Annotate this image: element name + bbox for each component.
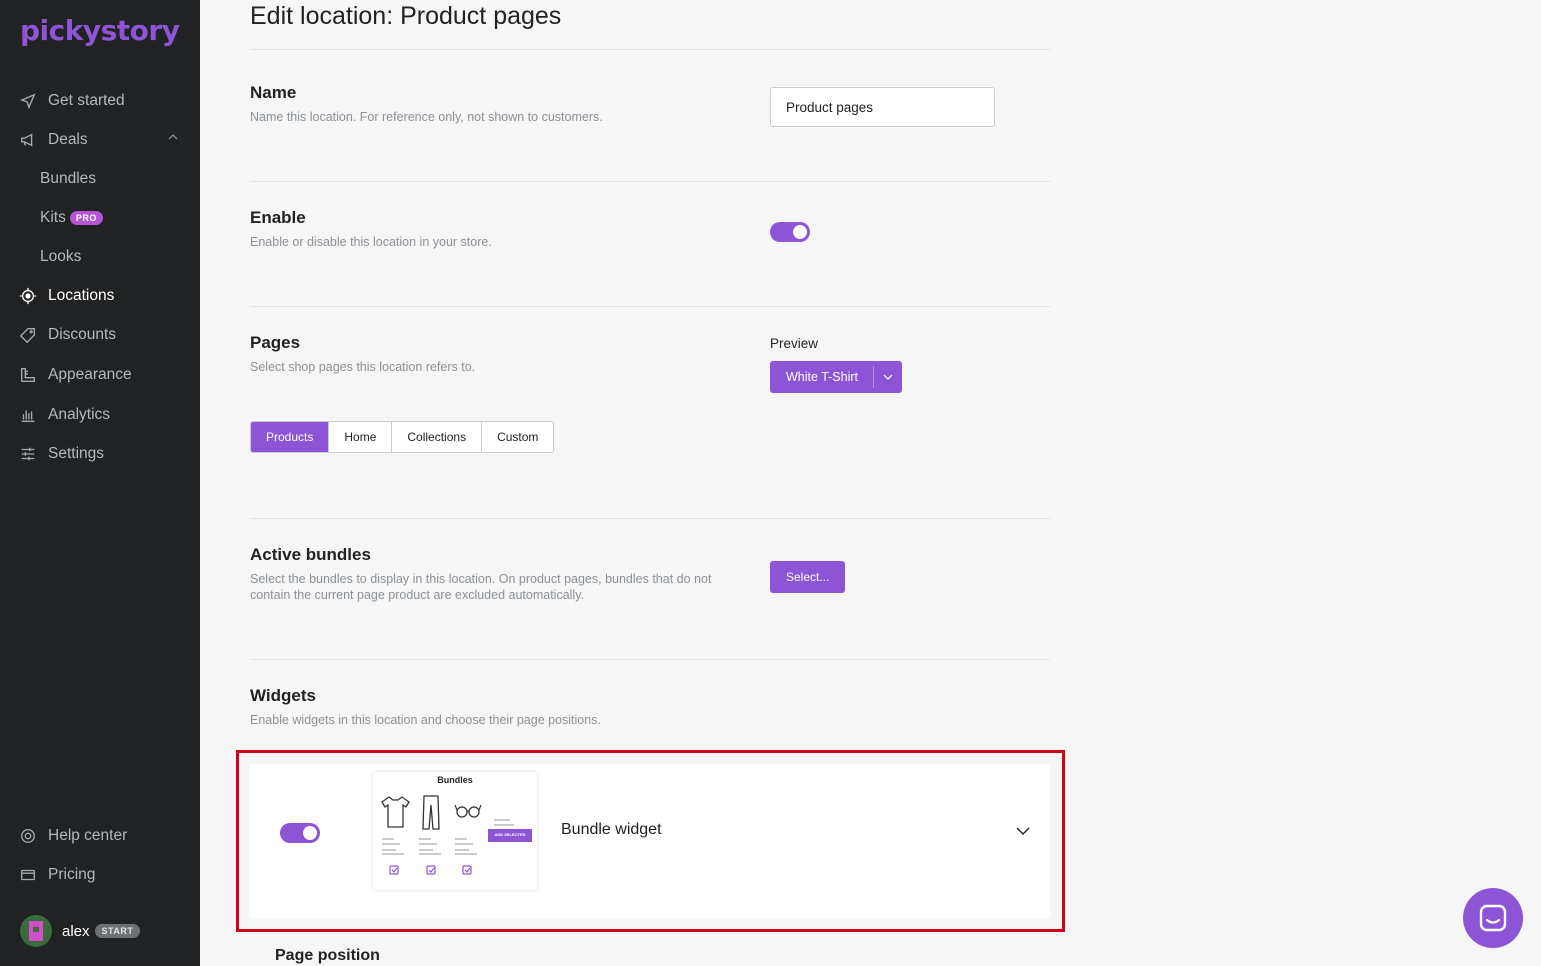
- tab-collections[interactable]: Collections: [392, 422, 483, 452]
- name-section-title: Name: [250, 83, 297, 102]
- select-bundles-button[interactable]: Select...: [770, 561, 846, 593]
- divider: [250, 181, 1050, 182]
- user-name: alex: [62, 922, 90, 940]
- divider: [250, 306, 1050, 307]
- preview-product-dropdown[interactable]: White T-Shirt: [770, 361, 903, 393]
- enable-section-title: Enable: [250, 208, 306, 227]
- tab-custom[interactable]: Custom: [482, 422, 553, 452]
- paper-plane-icon: [18, 91, 38, 111]
- sliders-icon: [18, 444, 38, 464]
- preview-product-label[interactable]: White T-Shirt: [770, 366, 875, 388]
- nav-settings-label: Settings: [48, 445, 105, 462]
- nav-discounts-label: Discounts: [48, 326, 117, 343]
- avatar: [20, 915, 52, 947]
- nav-kits[interactable]: Kits PRO: [40, 206, 103, 230]
- nav-settings[interactable]: Settings: [18, 442, 104, 466]
- nav-deals[interactable]: Deals: [18, 128, 88, 152]
- pages-section-description: Select shop pages this location refers t…: [250, 360, 476, 374]
- plan-badge: START: [94, 924, 141, 938]
- nav-help-center[interactable]: Help center: [18, 824, 127, 848]
- nav-analytics[interactable]: Analytics: [18, 403, 110, 427]
- widgets-section-title: Widgets: [250, 686, 316, 705]
- nav-pricing-label: Pricing: [48, 866, 96, 883]
- chevron-down-icon[interactable]: [874, 361, 902, 393]
- nav-pricing[interactable]: Pricing: [18, 863, 95, 887]
- nav-deals-label: Deals: [48, 131, 88, 148]
- nav-kits-label: Kits: [40, 209, 66, 226]
- nav-analytics-label: Analytics: [48, 406, 111, 423]
- name-section-description: Name this location. For reference only, …: [250, 110, 603, 124]
- divider: [250, 49, 1050, 50]
- tab-home[interactable]: Home: [329, 422, 393, 452]
- location-target-icon: [18, 286, 38, 306]
- nav-looks[interactable]: Looks: [40, 245, 81, 269]
- enable-location-toggle[interactable]: [770, 222, 810, 242]
- page-type-tabs: Products Home Collections Custom: [250, 421, 555, 453]
- sidebar: pickystory Get started Deals Bundles Kit…: [0, 0, 200, 966]
- tag-icon: [18, 325, 38, 345]
- pro-badge: PRO: [69, 211, 103, 225]
- lifebuoy-icon: [18, 826, 38, 846]
- enable-section-description: Enable or disable this location in your …: [250, 235, 492, 249]
- chat-icon: [1479, 904, 1507, 932]
- nav-appearance-label: Appearance: [48, 366, 132, 383]
- bar-chart-icon: [18, 405, 38, 425]
- pages-section-title: Pages: [250, 333, 301, 352]
- nav-get-started[interactable]: Get started: [18, 89, 125, 113]
- page-title: Edit location: Product pages: [250, 2, 562, 30]
- nav-help-center-label: Help center: [48, 827, 128, 844]
- divider: [250, 518, 1050, 519]
- chat-launcher-button[interactable]: [1463, 888, 1523, 948]
- nav-locations[interactable]: Locations: [18, 284, 114, 308]
- tab-products[interactable]: Products: [251, 422, 330, 452]
- nav-appearance[interactable]: Appearance: [18, 363, 132, 387]
- nav-get-started-label: Get started: [48, 92, 125, 109]
- app-logo[interactable]: pickystory: [20, 14, 180, 47]
- paint-icon: [18, 365, 38, 385]
- credit-card-icon: [18, 865, 38, 885]
- nav-bundles[interactable]: Bundles: [40, 167, 96, 191]
- location-name-input[interactable]: Product pages: [770, 87, 995, 127]
- megaphone-icon: [18, 130, 38, 150]
- user-menu[interactable]: alex START: [20, 915, 141, 947]
- divider: [250, 659, 1050, 660]
- page-position-title: Page position: [275, 947, 380, 964]
- highlight-box: [236, 750, 1065, 932]
- chevron-up-icon[interactable]: [168, 132, 178, 142]
- bundles-section-title: Active bundles: [250, 545, 371, 564]
- widgets-section-description: Enable widgets in this location and choo…: [250, 713, 601, 727]
- nav-locations-label: Locations: [48, 287, 115, 304]
- bundles-section-description: Select the bundles to display in this lo…: [250, 572, 712, 602]
- preview-label: Preview: [770, 336, 819, 351]
- nav-discounts[interactable]: Discounts: [18, 323, 116, 347]
